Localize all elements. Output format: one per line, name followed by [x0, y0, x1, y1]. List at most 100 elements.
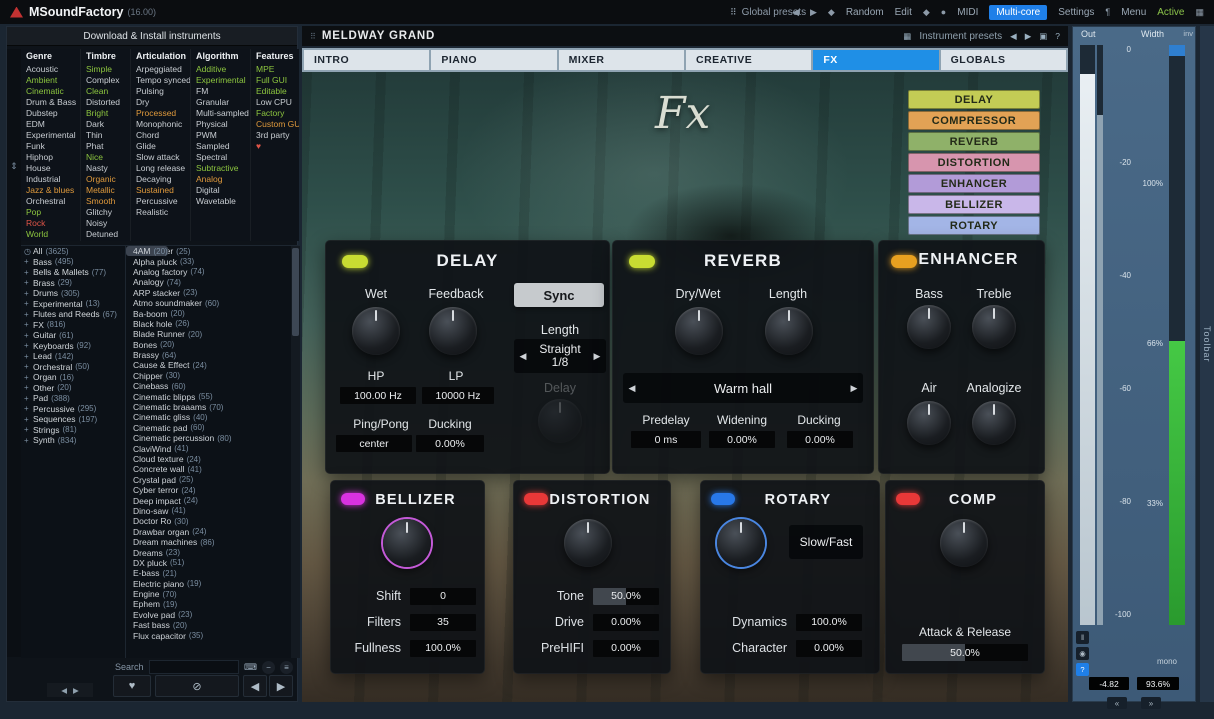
- preset-item[interactable]: Crystal pad(25): [126, 475, 291, 485]
- tab-piano[interactable]: PIANO: [431, 50, 556, 70]
- expand-icon[interactable]: +: [24, 268, 33, 277]
- next-icon[interactable]: ▶: [810, 7, 817, 18]
- help-button[interactable]: ?: [1055, 31, 1060, 41]
- download-install-button[interactable]: Download & Install instruments: [7, 27, 297, 46]
- expand-icon[interactable]: +: [24, 257, 33, 266]
- expand-icon[interactable]: +: [24, 289, 33, 298]
- preset-item[interactable]: Fast bass(20): [126, 620, 291, 630]
- filter-item[interactable]: Arpeggiated: [136, 64, 190, 75]
- tree-item[interactable]: +Lead(142): [21, 351, 125, 362]
- preset-item[interactable]: Engine(70): [126, 589, 291, 599]
- filter-item[interactable]: Physical: [196, 119, 250, 130]
- filter-item[interactable]: Decaying: [136, 174, 190, 185]
- filter-item[interactable]: Wavetable: [196, 196, 250, 207]
- preset-scrollbar[interactable]: [291, 246, 300, 658]
- filter-item[interactable]: Organic: [86, 174, 130, 185]
- preset-item[interactable]: Cinematic blipps(55): [126, 391, 291, 401]
- delay-time-knob[interactable]: [538, 399, 582, 443]
- tree-item[interactable]: +FX(816): [21, 320, 125, 331]
- expand-icon[interactable]: +: [24, 299, 33, 308]
- expand-icon[interactable]: +: [24, 383, 33, 392]
- filter-item[interactable]: World: [26, 229, 80, 240]
- fx-chain-distortion[interactable]: DISTORTION: [908, 153, 1040, 172]
- filter-item[interactable]: Dubstep: [26, 108, 80, 119]
- preset-item[interactable]: Chipper(30): [126, 371, 291, 381]
- rewind-button[interactable]: «: [1107, 697, 1127, 709]
- browser-pager[interactable]: ◀ ▶: [47, 683, 93, 697]
- expand-icon[interactable]: +: [24, 352, 33, 361]
- expand-icon[interactable]: +: [24, 320, 33, 329]
- filter-item[interactable]: Custom GUI: [256, 119, 299, 130]
- filter-item[interactable]: Digital: [196, 185, 250, 196]
- preset-item[interactable]: Atmo soundmaker(60): [126, 298, 291, 308]
- air-knob[interactable]: [907, 401, 951, 445]
- filter-item[interactable]: Glitchy: [86, 207, 130, 218]
- preset-item[interactable]: Analogy(74): [126, 277, 291, 287]
- filter-item[interactable]: Experimental: [26, 130, 80, 141]
- filter-item[interactable]: Metallic: [86, 185, 130, 196]
- filter-item[interactable]: Hiphop: [26, 152, 80, 163]
- clock-icon[interactable]: ◷: [24, 247, 33, 256]
- tree-item[interactable]: +Pad(388): [21, 393, 125, 404]
- comp-knob[interactable]: [940, 519, 988, 567]
- rotary-knob[interactable]: [717, 519, 765, 567]
- preset-item[interactable]: Cause & Effect(24): [126, 360, 291, 370]
- tree-item[interactable]: +Orchestral(50): [21, 362, 125, 373]
- param-value[interactable]: 100.0%: [796, 614, 862, 631]
- preset-item[interactable]: Cloud texture(24): [126, 454, 291, 464]
- filter-item[interactable]: Detuned: [86, 229, 130, 240]
- expand-icon[interactable]: +: [24, 310, 33, 319]
- clear-filters-button[interactable]: ⊘: [155, 675, 239, 697]
- hp-value[interactable]: 100.00 Hz: [340, 387, 416, 404]
- tree-item[interactable]: +Bells & Mallets(77): [21, 267, 125, 278]
- filter-item[interactable]: Realistic: [136, 207, 190, 218]
- preset-item[interactable]: Dream machines(86): [126, 537, 291, 547]
- delay-ducking-value[interactable]: 0.00%: [416, 435, 484, 452]
- tree-item[interactable]: +Other(20): [21, 383, 125, 394]
- reverb-ducking-value[interactable]: 0.00%: [787, 431, 853, 448]
- lp-value[interactable]: 10000 Hz: [422, 387, 494, 404]
- keyboard-icon[interactable]: ⌨: [244, 662, 257, 673]
- filter-item[interactable]: Monophonic: [136, 119, 190, 130]
- filter-item[interactable]: Clean: [86, 86, 130, 97]
- filter-item[interactable]: 3rd party: [256, 130, 299, 141]
- preset-item[interactable]: Cinematic percussion(80): [126, 433, 291, 443]
- filter-item[interactable]: Complex: [86, 75, 130, 86]
- scrollbar-thumb[interactable]: [292, 248, 299, 336]
- preset-item[interactable]: Ephem(19): [126, 599, 291, 609]
- preset-item[interactable]: E-bass(21): [126, 568, 291, 578]
- filter-item[interactable]: Rock: [26, 218, 80, 229]
- filter-item[interactable]: Additive: [196, 64, 250, 75]
- tab-intro[interactable]: INTRO: [304, 50, 429, 70]
- pause-meter-button[interactable]: ‖: [1076, 631, 1089, 644]
- filter-item[interactable]: Spectral: [196, 152, 250, 163]
- filter-item[interactable]: Pulsing: [136, 86, 190, 97]
- expand-icon[interactable]: +: [24, 404, 33, 413]
- expand-icon[interactable]: +: [24, 362, 33, 371]
- feedback-knob[interactable]: [429, 307, 477, 355]
- expand-icon[interactable]: +: [24, 331, 33, 340]
- filter-item[interactable]: Noisy: [86, 218, 130, 229]
- filter-item[interactable]: FM: [196, 86, 250, 97]
- preset-item[interactable]: ClaviWind(41): [126, 443, 291, 453]
- filter-item[interactable]: Phat: [86, 141, 130, 152]
- preset-item[interactable]: Doctor Ro(30): [126, 516, 291, 526]
- sync-button[interactable]: Sync: [514, 283, 604, 307]
- filter-item[interactable]: House: [26, 163, 80, 174]
- filter-item[interactable]: Drum & Bass: [26, 97, 80, 108]
- filter-item[interactable]: Analog: [196, 174, 250, 185]
- pager-prev-icon[interactable]: ◀: [61, 686, 67, 695]
- param-value[interactable]: 100.0%: [410, 640, 476, 657]
- tab-mixer[interactable]: MIXER: [559, 50, 684, 70]
- preset-item[interactable]: Deep impact(24): [126, 495, 291, 505]
- preset-item[interactable]: DX pluck(51): [126, 558, 291, 568]
- filter-item[interactable]: Industrial: [26, 174, 80, 185]
- list-options-icon[interactable]: ≡: [280, 661, 293, 674]
- filter-item[interactable]: Distorted: [86, 97, 130, 108]
- distortion-knob[interactable]: [564, 519, 612, 567]
- random-button[interactable]: Random: [846, 7, 884, 18]
- tab-creative[interactable]: CREATIVE: [686, 50, 811, 70]
- preset-item[interactable]: Analog factory(74): [126, 267, 291, 277]
- filter-item[interactable]: Factory: [256, 108, 299, 119]
- filter-item[interactable]: Slow attack: [136, 152, 190, 163]
